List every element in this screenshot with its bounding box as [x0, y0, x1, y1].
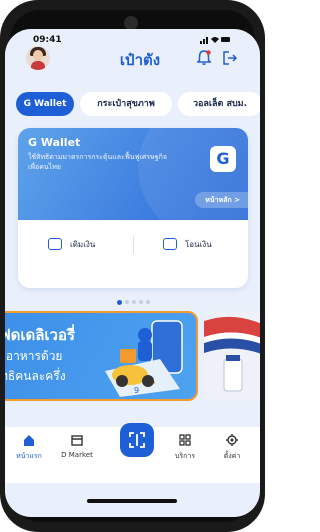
nav-home[interactable]: หน้าแรก [9, 433, 49, 462]
card-title: G Wallet [28, 136, 81, 149]
vaccine-illustration [204, 311, 260, 401]
topup-label: เติมเงิน [70, 240, 96, 249]
home-link-button[interactable]: หน้าหลัก > [195, 192, 248, 208]
g-wallet-logo-icon: G [210, 146, 236, 172]
nav-services-label: บริการ [174, 452, 196, 460]
nav-d-market[interactable]: D Market [57, 433, 97, 459]
phone-frame: 09:41 เป๋าตัง G Wallet กระเป๋าสุขภาพ วอล… [0, 0, 265, 532]
banner-line-3: ทธิคนละครึ่ง [5, 369, 66, 383]
page-title: เป๋าตัง [119, 51, 161, 69]
svg-text:9: 9 [134, 386, 139, 395]
avatar[interactable] [26, 46, 50, 70]
transfer-icon [163, 238, 177, 250]
home-icon [24, 435, 34, 446]
scan-button[interactable] [120, 423, 154, 457]
services-icon [179, 434, 191, 446]
app-header: เป๋าตัง [5, 40, 260, 80]
bottom-navigation: หน้าแรก D Market บริการ ตั้งค่า [5, 423, 260, 483]
delivery-rider-illustration: 9 [105, 320, 183, 397]
bell-icon[interactable] [195, 49, 213, 67]
app-screen: 09:41 เป๋าตัง G Wallet กระเป๋าสุขภาพ วอล… [5, 29, 260, 517]
transfer-label: โอนเงิน [185, 240, 212, 249]
gear-icon [226, 434, 238, 446]
promo-banner-delivery[interactable]: ฟดเดลิเวอรี่ งอาหารด้วย ทธิคนละครึ่ง 9 [5, 311, 198, 401]
tab-g-wallet[interactable]: G Wallet [16, 92, 74, 116]
avatar-body [31, 61, 45, 70]
nav-d-market-label: D Market [61, 451, 93, 459]
carousel-dot [125, 300, 129, 304]
banner-line-1: ฟดเดลิเวอรี่ [5, 326, 76, 344]
card-description: ใช้สิทธิตามมาตรการกระตุ้นและฟื้นฟูเศรษฐก… [28, 153, 167, 171]
card-header: G Wallet ใช้สิทธิตามมาตรการกระตุ้นและฟื้… [18, 128, 248, 238]
nav-services[interactable]: บริการ [165, 433, 205, 462]
g-wallet-card[interactable]: G Wallet ใช้สิทธิตามมาตรการกระตุ้นและฟื้… [18, 128, 248, 288]
carousel-dot-active [117, 300, 122, 305]
banner-line-2: งอาหารด้วย [5, 349, 63, 363]
avatar-face [33, 50, 43, 61]
tab-savings-bond-wallet[interactable]: วอลเล็ต สบม. [178, 92, 260, 116]
card-decoration [138, 128, 248, 238]
logout-icon[interactable] [221, 49, 239, 67]
market-icon [71, 435, 83, 446]
camera-icon [124, 16, 138, 30]
scan-icon [129, 432, 145, 448]
wallet-tabs: G Wallet กระเป๋าสุขภาพ วอลเล็ต สบม. [16, 92, 260, 118]
action-divider [133, 236, 134, 254]
nav-settings-label: ตั้งค่า [223, 452, 241, 460]
home-indicator [87, 499, 177, 503]
promo-banner-vaccine[interactable] [204, 311, 260, 401]
carousel-dot [139, 300, 143, 304]
nav-home-label: หน้าแรก [16, 452, 42, 460]
nav-settings[interactable]: ตั้งค่า [212, 433, 252, 462]
wallet-topup-icon [48, 238, 62, 250]
tab-health-wallet[interactable]: กระเป๋าสุขภาพ [80, 92, 172, 116]
carousel-dot [132, 300, 136, 304]
carousel-dot [146, 300, 150, 304]
